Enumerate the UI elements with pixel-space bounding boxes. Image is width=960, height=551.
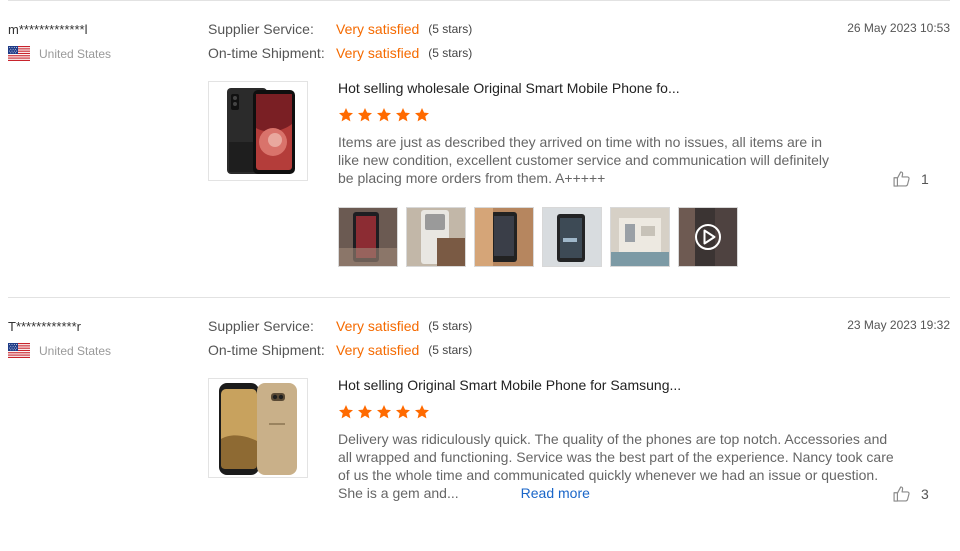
shipment-label: On-time Shipment: — [208, 342, 325, 358]
reviewer-country: United States — [8, 46, 111, 61]
supplier-service-stars: (5 stars) — [428, 22, 473, 36]
review-date: 26 May 2023 10:53 — [847, 21, 950, 35]
review-date: 23 May 2023 19:32 — [847, 318, 950, 332]
supplier-service-stars: (5 stars) — [428, 319, 473, 333]
black-smartphone-image — [227, 88, 295, 174]
shipment-stars: (5 stars) — [428, 343, 473, 357]
star-icon — [395, 404, 411, 420]
star-icon — [357, 404, 373, 420]
product-title[interactable]: Hot selling wholesale Original Smart Mob… — [338, 80, 680, 96]
us-flag-icon — [8, 343, 30, 358]
star-icon — [376, 107, 392, 123]
helpful-count: 3 — [921, 486, 929, 502]
star-icon — [395, 107, 411, 123]
star-icon — [357, 107, 373, 123]
review-text: Items are just as described they arrived… — [338, 134, 830, 186]
country-name: United States — [39, 46, 112, 61]
review-video-thumbnail[interactable] — [678, 207, 738, 267]
reviewer-name: m*************l — [8, 22, 88, 37]
review-star-rating — [338, 107, 433, 123]
helpful-button[interactable]: 1 — [892, 169, 929, 189]
thumbs-up-icon — [892, 169, 912, 189]
shipment-value: Very satisfied — [336, 45, 420, 61]
review-item: T************r United States Supplier Se… — [0, 297, 960, 551]
star-icon — [376, 404, 392, 420]
star-icon — [338, 107, 354, 123]
helpful-button[interactable]: 3 — [892, 484, 929, 504]
product-thumbnail[interactable] — [208, 378, 308, 478]
shipment-value: Very satisfied — [336, 342, 420, 358]
star-icon — [338, 404, 354, 420]
review-text-body: Delivery was ridiculously quick. The qua… — [338, 431, 894, 501]
thumbs-up-icon — [892, 484, 912, 504]
review-text: Delivery was ridiculously quick. The qua… — [338, 430, 898, 502]
helpful-count: 1 — [921, 171, 929, 187]
supplier-service-label: Supplier Service: — [208, 318, 314, 334]
reviewer-country: United States — [8, 343, 111, 358]
review-photo-thumbnail[interactable] — [338, 207, 398, 267]
product-title[interactable]: Hot selling Original Smart Mobile Phone … — [338, 377, 681, 393]
shipment-rating: On-time Shipment: Very satisfied (5 star… — [208, 44, 472, 62]
star-icon — [414, 404, 430, 420]
product-thumbnail[interactable] — [208, 81, 308, 181]
supplier-service-value: Very satisfied — [336, 318, 420, 334]
shipment-rating: On-time Shipment: Very satisfied (5 star… — [208, 341, 472, 359]
review-photos — [338, 207, 746, 267]
read-more-link[interactable]: Read more — [521, 485, 590, 501]
review-photo-thumbnail[interactable] — [610, 207, 670, 267]
star-icon — [414, 107, 430, 123]
review-photo-thumbnail[interactable] — [542, 207, 602, 267]
review-star-rating — [338, 404, 433, 420]
country-name: United States — [39, 343, 112, 358]
review-photo-thumbnail[interactable] — [406, 207, 466, 267]
supplier-service-rating: Supplier Service: Very satisfied (5 star… — [208, 20, 472, 38]
supplier-service-label: Supplier Service: — [208, 21, 314, 37]
us-flag-icon — [8, 46, 30, 61]
reviewer-name: T************r — [8, 319, 81, 334]
shipment-label: On-time Shipment: — [208, 45, 325, 61]
supplier-service-value: Very satisfied — [336, 21, 420, 37]
review-photo-thumbnail[interactable] — [474, 207, 534, 267]
supplier-service-rating: Supplier Service: Very satisfied (5 star… — [208, 317, 472, 335]
review-item: m*************l United States Supplier S… — [0, 0, 960, 296]
gold-smartphone-image — [219, 383, 297, 475]
shipment-stars: (5 stars) — [428, 46, 473, 60]
